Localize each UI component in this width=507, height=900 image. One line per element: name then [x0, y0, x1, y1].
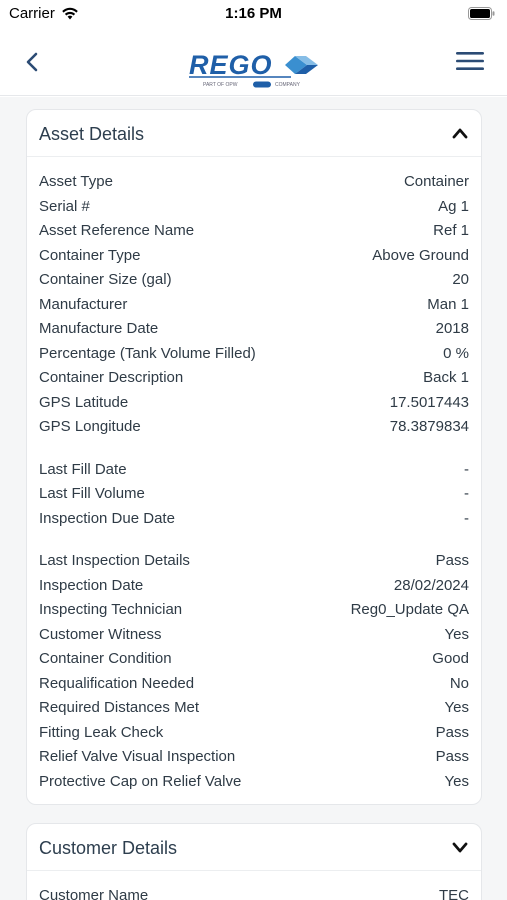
- detail-label: Asset Reference Name: [39, 222, 195, 239]
- detail-label: Inspection Date: [39, 576, 144, 594]
- detail-label: Last Fill Volume: [39, 485, 145, 502]
- svg-text:REGO: REGO: [189, 50, 273, 80]
- detail-row: Last Inspection Details Pass: [39, 549, 469, 573]
- status-bar: Carrier 1:16 PM: [0, 0, 507, 28]
- detail-label: GPS Longitude: [39, 418, 141, 435]
- asset-details-title: Asset Details: [39, 124, 145, 144]
- detail-value: Reg0_Update QA: [350, 601, 469, 618]
- detail-row: GPS Longitude 78.3879834: [39, 415, 469, 439]
- detail-row: Manufacturer Man 1: [39, 293, 469, 317]
- detail-row: Asset Reference Name Ref 1: [39, 219, 469, 243]
- hamburger-menu-icon: [456, 52, 484, 70]
- details-scroll-area[interactable]: Asset Details Asset Type Container Serial …: [0, 97, 507, 900]
- detail-value: Yes: [444, 625, 469, 643]
- detail-row: Last Fill Date -: [39, 458, 469, 482]
- menu-button[interactable]: [454, 47, 486, 75]
- svg-text:COMPANY: COMPANY: [275, 82, 301, 88]
- detail-value: Above Ground: [372, 246, 469, 264]
- battery-icon: [468, 7, 495, 24]
- detail-row: GPS Latitude 17.5017443: [39, 391, 469, 415]
- detail-value: Container: [403, 173, 469, 190]
- detail-label: Inspection Due Date: [39, 509, 175, 527]
- detail-value: 17.5017443: [389, 393, 469, 411]
- app-header: REGO PART OF OPW COMPANY: [0, 28, 507, 96]
- detail-value: Ref 1: [433, 222, 469, 239]
- detail-value: TEC: [439, 887, 469, 900]
- detail-row: Customer Name TEC: [39, 884, 469, 900]
- detail-row: Container Condition Good: [39, 647, 469, 671]
- detail-row: Inspection Date 28/02/2024: [39, 574, 469, 598]
- detail-label: Last Fill Date: [39, 460, 127, 478]
- detail-label: Container Condition: [39, 650, 172, 667]
- detail-label: Inspecting Technician: [39, 601, 183, 618]
- detail-label: Container Description: [39, 369, 184, 386]
- detail-value: Ag 1: [438, 197, 469, 215]
- detail-label: Manufacturer: [39, 295, 128, 313]
- detail-label: Serial #: [39, 197, 90, 215]
- detail-row: Customer Witness Yes: [39, 623, 469, 647]
- clock: 1:16 PM: [225, 5, 282, 22]
- detail-row: Fitting Leak Check Pass: [39, 721, 469, 745]
- chevron-left-icon: [26, 52, 38, 72]
- svg-text:PART OF OPW: PART OF OPW: [203, 82, 238, 88]
- detail-value: 78.3879834: [389, 418, 469, 435]
- back-button[interactable]: [20, 48, 44, 76]
- detail-label: Customer Name: [39, 887, 149, 900]
- detail-label: Container Size (gal): [39, 271, 172, 288]
- detail-value: -: [464, 485, 469, 502]
- detail-value: 28/02/2024: [393, 576, 469, 594]
- detail-label: Customer Witness: [39, 625, 162, 643]
- asset-details-header[interactable]: Asset Details: [27, 110, 481, 157]
- detail-value: Man 1: [427, 295, 469, 313]
- customer-details-title: Customer Details: [39, 838, 178, 858]
- detail-value: -: [464, 509, 469, 527]
- asset-details-card: Asset Details Asset Type Container Serial …: [26, 109, 482, 805]
- detail-label: Percentage (Tank Volume Filled): [39, 344, 256, 362]
- detail-label: Last Inspection Details: [39, 552, 190, 569]
- customer-details-card: Customer Details Customer Name TEC: [26, 823, 482, 900]
- chevron-down-icon[interactable]: [451, 840, 469, 854]
- customer-details-header[interactable]: Customer Details: [27, 824, 481, 871]
- detail-value: -: [464, 460, 469, 478]
- detail-label: Fitting Leak Check: [39, 723, 164, 741]
- detail-label: Relief Valve Visual Inspection: [39, 748, 236, 765]
- detail-row: Inspecting Technician Reg0_Update QA: [39, 598, 469, 622]
- detail-value: Good: [432, 650, 469, 667]
- detail-value: Yes: [444, 699, 469, 716]
- detail-value: Yes: [444, 772, 469, 790]
- detail-row: Percentage (Tank Volume Filled) 0 %: [39, 342, 469, 366]
- detail-label: Asset Type: [39, 173, 113, 190]
- detail-label: Protective Cap on Relief Valve: [39, 772, 242, 790]
- detail-value: 0 %: [443, 344, 469, 362]
- chevron-up-icon[interactable]: [451, 126, 469, 140]
- detail-label: Container Type: [39, 246, 141, 264]
- detail-row: Asset Type Container: [39, 170, 469, 194]
- detail-row: Container Description Back 1: [39, 366, 469, 390]
- detail-row: Inspection Due Date -: [39, 507, 469, 531]
- detail-row: Container Size (gal) 20: [39, 268, 469, 292]
- detail-row: Last Fill Volume -: [39, 482, 469, 506]
- detail-value: Back 1: [423, 369, 469, 386]
- detail-label: Required Distances Met: [39, 699, 200, 716]
- detail-value: Pass: [435, 748, 469, 765]
- detail-row: Container Type Above Ground: [39, 244, 469, 268]
- detail-label: Manufacture Date: [39, 320, 159, 337]
- detail-value: Pass: [435, 552, 469, 569]
- detail-value: 20: [452, 271, 469, 288]
- detail-row: Requalification Needed No: [39, 672, 469, 696]
- detail-row: Relief Valve Visual Inspection Pass: [39, 745, 469, 769]
- detail-row: Required Distances Met Yes: [39, 696, 469, 720]
- detail-value: Pass: [435, 723, 469, 741]
- rego-logo: REGO PART OF OPW COMPANY: [183, 38, 324, 94]
- detail-value: 2018: [435, 320, 469, 337]
- detail-row: Serial # Ag 1: [39, 195, 469, 219]
- detail-label: GPS Latitude: [39, 393, 129, 411]
- detail-label: Requalification Needed: [39, 674, 195, 692]
- detail-row: Protective Cap on Relief Valve Yes: [39, 770, 469, 794]
- detail-value: No: [449, 674, 469, 692]
- detail-row: Manufacture Date 2018: [39, 317, 469, 341]
